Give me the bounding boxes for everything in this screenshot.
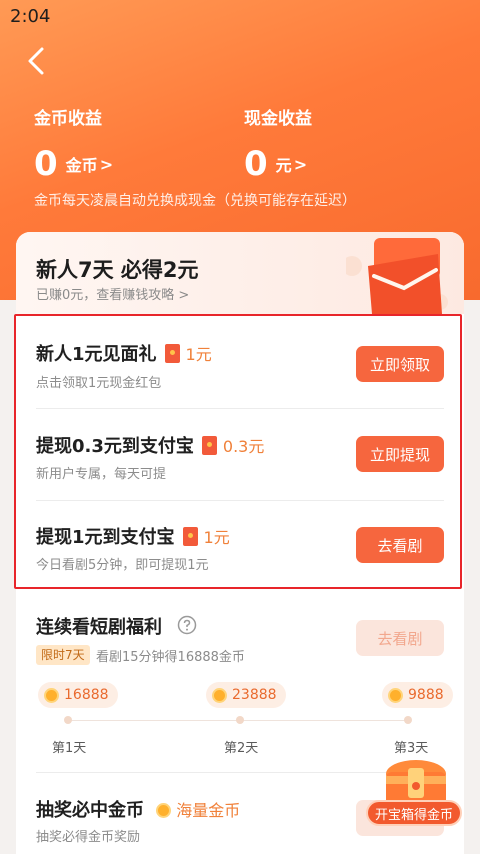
promo-subtitle[interactable]: 已赚0元，查看赚钱攻略 > xyxy=(36,284,189,303)
reward-coins: 23888 xyxy=(232,687,277,703)
cash-earnings[interactable]: 现金收益 0 元 > xyxy=(244,104,312,184)
red-packet-icon xyxy=(201,436,217,455)
task-amount: 1元 xyxy=(203,528,230,547)
red-packet-icon xyxy=(182,527,198,546)
timeline-dot xyxy=(64,716,72,724)
task-desc: 点击领取1元现金红包 xyxy=(36,376,162,391)
task-list-highlight: 新人1元见面礼 1元 点击领取1元现金红包 立即领取 提现0.3元到支付宝 0.3元… xyxy=(14,314,462,589)
reward-day2: 23888 xyxy=(206,682,286,708)
streak-desc: 看剧15分钟得16888金币 xyxy=(96,650,245,665)
promo-title: 新人7天 必得2元 xyxy=(36,258,199,282)
streak-title: 连续看短剧福利 xyxy=(36,617,162,638)
chevron-left-icon xyxy=(28,47,44,75)
chest-label[interactable]: 开宝箱得金币 xyxy=(366,800,462,826)
cash-earnings-title: 现金收益 xyxy=(244,109,312,129)
coin-amount: 0 xyxy=(34,144,58,184)
claim-button[interactable]: 立即领取 xyxy=(356,346,444,382)
chevron-right-icon: > xyxy=(99,154,114,174)
status-time: 2:04 xyxy=(10,6,51,27)
reward-coins: 16888 xyxy=(64,687,109,703)
lottery-title-text: 抽奖必中金币 xyxy=(36,800,144,821)
lottery-desc: 抽奖必得金币奖励 xyxy=(36,830,141,845)
question-icon[interactable] xyxy=(177,615,197,635)
reward-day1: 16888 xyxy=(38,682,118,708)
cash-amount: 0 xyxy=(244,144,268,184)
coin-icon xyxy=(388,687,403,703)
red-packet-icon xyxy=(164,344,180,363)
divider xyxy=(36,408,444,409)
coin-earnings[interactable]: 金币收益 0 金币 > xyxy=(34,104,113,184)
timeline-dot xyxy=(404,716,412,724)
task-desc: 今日看剧5分钟，即可提现1元 xyxy=(36,558,209,573)
task-title: 提现0.3元到支付宝 0.3元 xyxy=(36,432,264,458)
day-label: 第2天 xyxy=(224,741,259,756)
coin-icon xyxy=(156,803,172,818)
coin-earnings-title: 金币收益 xyxy=(34,109,102,129)
reward-coins: 9888 xyxy=(408,687,444,703)
cash-unit: 元 xyxy=(275,156,292,175)
back-button[interactable] xyxy=(22,46,52,76)
task-amount: 0.3元 xyxy=(222,437,265,456)
reward-day3: 9888 xyxy=(382,682,453,708)
divider xyxy=(36,500,444,501)
limited-badge: 限时7天 xyxy=(36,645,90,665)
newbie-promo[interactable]: 新人7天 必得2元 已赚0元，查看赚钱攻略 > xyxy=(16,232,464,314)
task-desc: 新用户专属，每天可提 xyxy=(36,467,167,482)
day-label: 第1天 xyxy=(52,741,87,756)
lottery-highlight: 海量金币 xyxy=(176,801,241,820)
task-title: 新人1元见面礼 1元 xyxy=(36,340,212,366)
coin-icon xyxy=(212,687,227,703)
coin-earnings-value[interactable]: 0 金币 > xyxy=(34,144,113,184)
task-title-text: 提现1元到支付宝 xyxy=(36,527,175,548)
chevron-right-icon: > xyxy=(293,154,308,174)
streak-watch-button[interactable]: 去看剧 xyxy=(356,620,444,656)
task-amount: 1元 xyxy=(185,345,212,364)
watch-drama-button[interactable]: 去看剧 xyxy=(356,527,444,563)
coin-icon xyxy=(44,687,59,703)
exchange-note: 金币每天凌晨自动兑换成现金（兑换可能存在延迟） xyxy=(34,193,356,209)
timeline-dot xyxy=(236,716,244,724)
coin-unit: 金币 xyxy=(65,156,98,175)
lottery-title: 抽奖必中金币 海量金币 xyxy=(36,796,240,822)
task-title: 提现1元到支付宝 1元 xyxy=(36,523,230,549)
task-title-text: 提现0.3元到支付宝 xyxy=(36,436,194,457)
task-title-text: 新人1元见面礼 xyxy=(36,344,157,365)
cash-earnings-value[interactable]: 0 元 > xyxy=(244,144,307,184)
red-envelope-icon xyxy=(346,238,448,314)
withdraw-button[interactable]: 立即提现 xyxy=(356,436,444,472)
